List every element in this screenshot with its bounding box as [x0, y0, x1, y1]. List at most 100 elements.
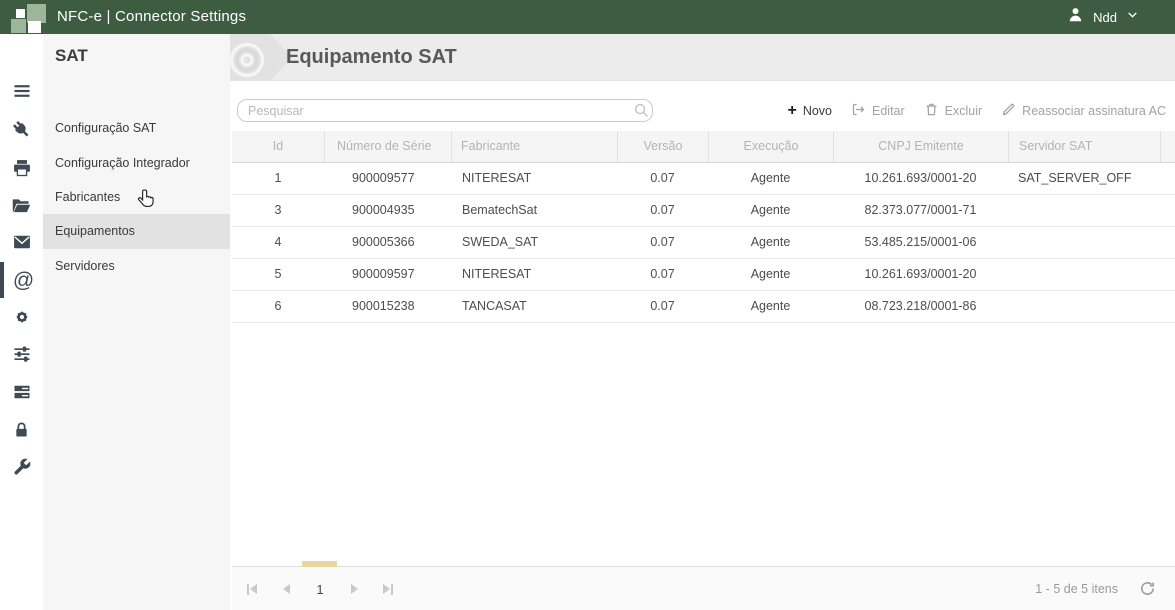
table-row[interactable]: 1 900009577 NITERESAT 0.07 Agente 10.261… — [232, 163, 1175, 195]
cell-id: 1 — [274, 171, 282, 185]
sidebar-item-configuracao-sat[interactable]: Configuração SAT — [43, 111, 230, 146]
cell-serial: 900004935 — [352, 203, 415, 217]
icon-rail: @ — [0, 34, 43, 610]
next-page-button[interactable] — [344, 579, 364, 599]
user-name: Ndd — [1093, 9, 1117, 25]
cell-cnpj: 10.261.693/0001-20 — [864, 171, 977, 185]
column-header-serial[interactable]: Número de Série — [324, 131, 451, 162]
cell-cnpj: 82.373.077/0001-71 — [864, 203, 977, 217]
sidebar-item-servidores[interactable]: Servidores — [43, 249, 230, 284]
app-title: NFC-e | Connector Settings — [57, 8, 247, 25]
excluir-button[interactable]: Excluir — [924, 102, 982, 120]
cell-servidor — [1008, 195, 1160, 226]
wrench-icon[interactable] — [0, 449, 43, 485]
cell-versao: 0.07 — [650, 235, 675, 249]
table-row[interactable]: 3 900004935 BematechSat 0.07 Agente 82.3… — [232, 195, 1175, 227]
cell-id: 6 — [274, 299, 282, 313]
last-page-button[interactable] — [378, 579, 398, 599]
printer-icon[interactable] — [0, 150, 43, 186]
page-header: Equipamento SAT — [230, 34, 1175, 81]
column-header-cnpj[interactable]: CNPJ Emitente — [833, 131, 1008, 162]
gear-icon[interactable] — [0, 299, 43, 335]
column-header-fabricante[interactable]: Fabricante — [451, 131, 617, 162]
trash-icon — [924, 102, 939, 120]
cell-cnpj: 08.723.218/0001-86 — [864, 299, 977, 313]
cell-servidor — [1008, 227, 1160, 258]
sidebar-item-fabricantes[interactable]: Fabricantes — [43, 180, 230, 215]
cell-serial: 900015238 — [352, 299, 415, 313]
cell-execucao: Agente — [750, 267, 791, 281]
cell-execucao: Agente — [750, 299, 791, 313]
refresh-icon[interactable] — [1139, 580, 1156, 602]
app-window: NFC-e | Connector Settings Ndd @ SAT Con… — [0, 0, 1175, 610]
column-header-id[interactable]: Id — [232, 131, 324, 162]
page-number[interactable]: 1 — [310, 582, 330, 597]
pager-info: 1 - 5 de 5 itens — [1035, 582, 1118, 596]
main-content: Equipamento SAT + Novo Editar Excluir — [230, 34, 1175, 610]
cell-fabricante: TANCASAT — [462, 299, 527, 313]
cell-servidor — [1008, 259, 1160, 290]
cell-fabricante: NITERESAT — [462, 267, 532, 281]
cell-id: 3 — [274, 203, 282, 217]
plug-icon[interactable] — [0, 112, 43, 148]
column-header-versao[interactable]: Versão — [617, 131, 708, 162]
cell-versao: 0.07 — [650, 203, 675, 217]
server-icon[interactable] — [0, 374, 43, 410]
cell-cnpj: 10.261.693/0001-20 — [864, 267, 977, 281]
sidebar-item-configuracao-integrador[interactable]: Configuração Integrador — [43, 146, 230, 181]
search-input[interactable] — [237, 99, 653, 122]
user-icon — [1067, 6, 1084, 28]
cell-id: 4 — [274, 235, 282, 249]
cell-fabricante: BematechSat — [462, 203, 538, 217]
at-icon[interactable]: @ — [0, 262, 43, 298]
cell-id: 5 — [274, 267, 282, 281]
top-bar: NFC-e | Connector Settings Ndd — [0, 0, 1175, 34]
cell-versao: 0.07 — [650, 299, 675, 313]
cell-execucao: Agente — [750, 203, 791, 217]
pager: 1 1 - 5 de 5 itens — [232, 561, 1175, 610]
cell-fabricante: NITERESAT — [462, 171, 532, 185]
plus-icon: + — [787, 102, 797, 119]
cell-serial: 900005366 — [352, 235, 415, 249]
cell-execucao: Agente — [750, 171, 791, 185]
lock-icon[interactable] — [0, 412, 43, 448]
toolbar: + Novo Editar Excluir Reassociar assinat… — [787, 100, 1166, 122]
cell-serial: 900009597 — [352, 267, 415, 281]
edit-icon — [851, 102, 866, 120]
mail-icon[interactable] — [0, 224, 43, 260]
page-title: Equipamento SAT — [286, 46, 457, 68]
chevron-down-icon — [1126, 8, 1139, 26]
equipment-table: Id Número de Série Fabricante Versão Exe… — [232, 131, 1175, 323]
table-row[interactable]: 4 900005366 SWEDA_SAT 0.07 Agente 53.485… — [232, 227, 1175, 259]
table-row[interactable]: 5 900009597 NITERESAT 0.07 Agente 10.261… — [232, 259, 1175, 291]
novo-button[interactable]: + Novo — [787, 103, 832, 119]
column-header-servidor[interactable]: Servidor SAT — [1008, 131, 1160, 162]
first-page-button[interactable] — [242, 579, 262, 599]
reassociar-assinatura-button[interactable]: Reassociar assinatura AC — [1001, 102, 1166, 120]
table-header-row: Id Número de Série Fabricante Versão Exe… — [232, 131, 1175, 163]
pencil-icon — [1001, 102, 1016, 120]
menu-icon[interactable] — [0, 73, 43, 109]
cell-cnpj: 53.485.215/0001-06 — [864, 235, 977, 249]
cell-servidor — [1008, 291, 1160, 322]
folder-icon[interactable] — [0, 187, 43, 223]
table-row[interactable]: 6 900015238 TANCASAT 0.07 Agente 08.723.… — [232, 291, 1175, 323]
search-icon — [633, 102, 650, 124]
cell-versao: 0.07 — [650, 267, 675, 281]
editar-button[interactable]: Editar — [851, 102, 905, 120]
column-header-spacer — [1160, 131, 1175, 162]
sidebar-heading: SAT — [55, 46, 88, 65]
cell-versao: 0.07 — [650, 171, 675, 185]
sidebar: SAT Configuração SAT Configuração Integr… — [43, 34, 230, 610]
rings-icon — [230, 42, 265, 78]
app-logo-icon — [0, 0, 50, 34]
previous-page-button[interactable] — [276, 579, 296, 599]
user-menu[interactable]: Ndd — [1067, 0, 1139, 34]
cell-serial: 900009577 — [352, 171, 415, 185]
sidebar-item-equipamentos[interactable]: Equipamentos — [43, 214, 230, 249]
cell-servidor: SAT_SERVER_OFF — [1018, 171, 1132, 185]
sliders-icon[interactable] — [0, 336, 43, 372]
cell-execucao: Agente — [750, 235, 791, 249]
cell-fabricante: SWEDA_SAT — [462, 235, 539, 249]
column-header-execucao[interactable]: Execução — [708, 131, 833, 162]
